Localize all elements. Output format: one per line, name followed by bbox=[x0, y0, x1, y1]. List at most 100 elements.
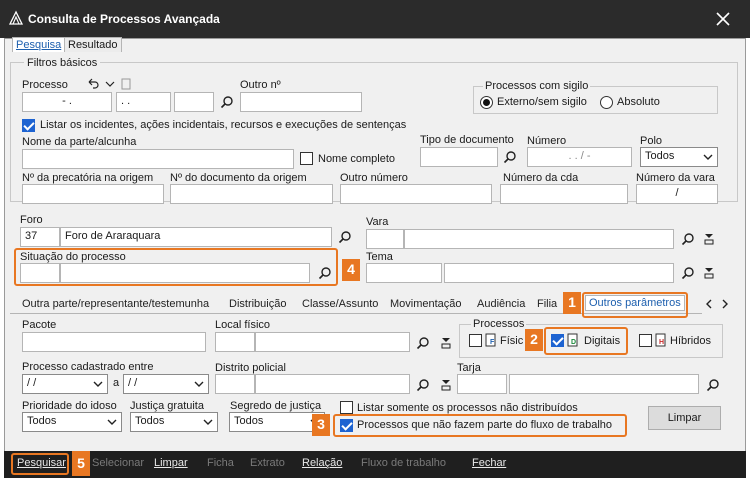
vara-name-input[interactable] bbox=[404, 229, 674, 249]
numero-vara-label: Número da vara bbox=[636, 172, 715, 184]
clear-filter-icon[interactable] bbox=[439, 378, 453, 392]
hibridos-checkbox[interactable] bbox=[639, 334, 652, 347]
badge-2: 2 bbox=[525, 329, 543, 351]
outro-n-input[interactable] bbox=[240, 92, 362, 112]
title-bar: Consulta de Processos Avançada bbox=[0, 0, 750, 38]
processo-part-2[interactable]: . . bbox=[116, 92, 171, 112]
badge-4: 4 bbox=[342, 259, 360, 281]
nome-completo-label: Nome completo bbox=[318, 153, 396, 165]
limpar-button[interactable]: Limpar bbox=[648, 406, 721, 430]
justica-label: Justiça gratuita bbox=[130, 400, 204, 412]
subtab-movimentacao[interactable]: Movimentação bbox=[390, 298, 462, 310]
date-to-input[interactable]: / / bbox=[123, 374, 209, 394]
tarja-code-input[interactable] bbox=[457, 374, 507, 394]
search-icon[interactable] bbox=[706, 378, 720, 392]
radio-externo[interactable] bbox=[480, 96, 493, 109]
numero-cda-input[interactable] bbox=[500, 184, 628, 204]
foro-name-input[interactable]: Foro de Araraquara bbox=[60, 227, 332, 247]
fora-fluxo-checkbox[interactable] bbox=[340, 419, 353, 432]
listar-incidentes-checkbox[interactable] bbox=[22, 119, 35, 132]
situacao-code-input[interactable] bbox=[20, 263, 60, 283]
search-icon[interactable] bbox=[681, 232, 695, 246]
chevron-right-icon[interactable] bbox=[718, 297, 732, 311]
local-fisico-name-input[interactable] bbox=[255, 332, 410, 352]
selecionar-button[interactable]: Selecionar bbox=[92, 457, 144, 469]
search-icon[interactable] bbox=[318, 266, 332, 280]
pesquisar-button[interactable]: Pesquisar bbox=[17, 457, 66, 469]
clear-filter-icon[interactable] bbox=[702, 266, 716, 280]
nome-parte-input[interactable] bbox=[22, 149, 294, 169]
svg-text:F: F bbox=[490, 339, 495, 346]
subtab-filiacao[interactable]: Filia bbox=[537, 298, 557, 310]
digitais-checkbox[interactable] bbox=[551, 334, 564, 347]
close-icon[interactable] bbox=[712, 8, 734, 30]
radio-absoluto[interactable] bbox=[600, 96, 613, 109]
search-icon[interactable] bbox=[416, 336, 430, 350]
pacote-input[interactable] bbox=[22, 332, 206, 352]
chevron-down-icon[interactable] bbox=[103, 77, 117, 91]
undo-icon[interactable] bbox=[86, 77, 100, 91]
distrito-code-input[interactable] bbox=[215, 374, 255, 394]
nome-completo-checkbox[interactable] bbox=[300, 152, 313, 165]
search-icon[interactable] bbox=[416, 378, 430, 392]
tab-pesquisa[interactable]: Pesquisa bbox=[12, 37, 66, 52]
search-icon[interactable] bbox=[681, 266, 695, 280]
doc-origem-input[interactable] bbox=[170, 184, 333, 204]
numero-cda-label: Número da cda bbox=[503, 172, 579, 184]
search-icon[interactable] bbox=[220, 95, 234, 109]
subtab-classe-assunto[interactable]: Classe/Assunto bbox=[302, 298, 378, 310]
subtab-audiencia[interactable]: Audiência bbox=[477, 298, 525, 310]
distrito-name-input[interactable] bbox=[255, 374, 410, 394]
precatoria-label: Nº da precatória na origem bbox=[22, 172, 154, 184]
extrato-button[interactable]: Extrato bbox=[250, 457, 285, 469]
precatoria-input[interactable] bbox=[22, 184, 164, 204]
local-fisico-code-input[interactable] bbox=[215, 332, 255, 352]
tarja-label: Tarja bbox=[457, 362, 481, 374]
local-fisico-label: Local físico bbox=[215, 319, 271, 331]
foro-code-input[interactable]: 37 bbox=[20, 227, 60, 247]
search-icon[interactable] bbox=[338, 230, 352, 244]
filtros-basicos-legend: Filtros básicos bbox=[24, 57, 101, 69]
tab-resultado[interactable]: Resultado bbox=[64, 37, 122, 52]
clear-filter-icon[interactable] bbox=[702, 232, 716, 246]
subtab-distribuicao[interactable]: Distribuição bbox=[229, 298, 286, 310]
justica-select[interactable]: Todos bbox=[130, 412, 218, 432]
search-icon[interactable] bbox=[503, 150, 517, 164]
document-icon[interactable] bbox=[119, 77, 133, 91]
distrito-label: Distrito policial bbox=[215, 362, 286, 374]
processo-part-3[interactable] bbox=[174, 92, 214, 112]
radio-absoluto-label: Absoluto bbox=[617, 96, 660, 108]
outro-numero-label: Outro número bbox=[340, 172, 408, 184]
outro-numero-input[interactable] bbox=[340, 184, 492, 204]
subtab-outros-parametros[interactable]: Outros parâmetros bbox=[585, 295, 685, 311]
nao-distribuidos-checkbox[interactable] bbox=[340, 401, 353, 414]
segredo-select[interactable]: Todos bbox=[229, 412, 325, 432]
situacao-name-input[interactable] bbox=[60, 263, 310, 283]
fisicos-checkbox[interactable] bbox=[469, 334, 482, 347]
processo-part-1[interactable]: - . bbox=[22, 92, 112, 112]
prioridade-select[interactable]: Todos bbox=[22, 412, 122, 432]
tipo-documento-input[interactable] bbox=[420, 147, 498, 167]
numero-vara-input[interactable]: / bbox=[636, 184, 718, 204]
fora-fluxo-label: Processos que não fazem parte do fluxo d… bbox=[357, 419, 612, 431]
numero-input[interactable]: . . / - bbox=[527, 147, 632, 167]
subtab-outra-parte[interactable]: Outra parte/representante/testemunha bbox=[22, 298, 209, 310]
vara-code-input[interactable] bbox=[366, 229, 404, 249]
fechar-button[interactable]: Fechar bbox=[472, 457, 506, 469]
fluxo-trabalho-button[interactable]: Fluxo de trabalho bbox=[361, 457, 446, 469]
chevron-left-icon[interactable] bbox=[702, 297, 716, 311]
date-from-input[interactable]: / / bbox=[22, 374, 108, 394]
tema-code-input[interactable] bbox=[366, 263, 442, 283]
listar-incidentes-label: Listar os incidentes, ações incidentais,… bbox=[40, 119, 407, 131]
relacao-button[interactable]: Relação bbox=[302, 457, 342, 469]
pacote-label: Pacote bbox=[22, 319, 57, 331]
nome-parte-label: Nome da parte/alcunha bbox=[22, 136, 137, 148]
ficha-button[interactable]: Ficha bbox=[207, 457, 234, 469]
outro-n-label: Outro nº bbox=[240, 79, 281, 91]
limpar-toolbar-button[interactable]: Limpar bbox=[154, 457, 188, 469]
polo-select[interactable]: Todos bbox=[640, 147, 718, 167]
tema-name-input[interactable] bbox=[444, 263, 674, 283]
clear-filter-icon[interactable] bbox=[439, 336, 453, 350]
tarja-name-input[interactable] bbox=[509, 374, 699, 394]
hybrid-doc-icon: H bbox=[655, 333, 666, 347]
